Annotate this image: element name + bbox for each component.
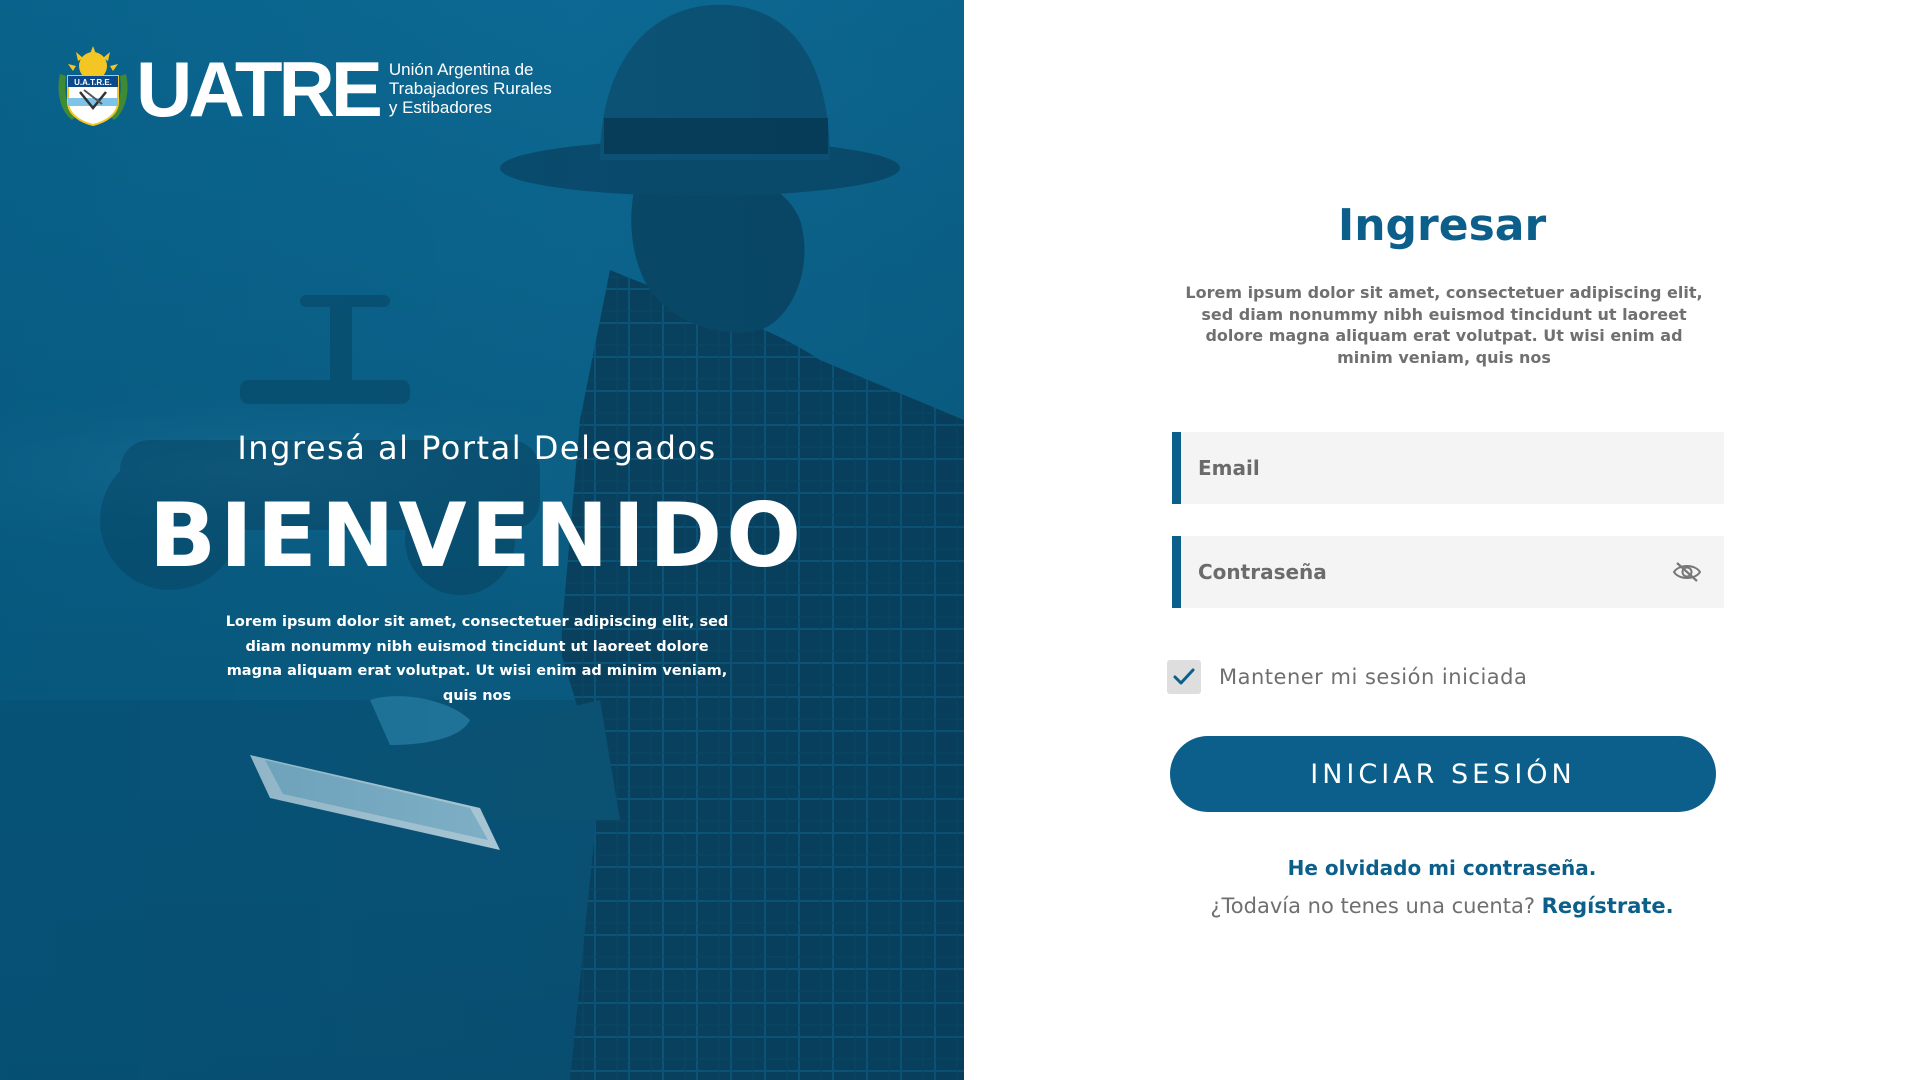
login-button[interactable]: INICIAR SESIÓN — [1170, 736, 1716, 812]
eye-off-icon[interactable] — [1670, 558, 1704, 586]
brand-subtitle-line: Trabajadores Rurales — [388, 78, 552, 98]
checkmark-icon — [1173, 668, 1195, 685]
hero-text-block: Ingresá al Portal Delegados BIENVENIDO L… — [0, 424, 954, 708]
hero-panel: U.A.T.R.E. UATRE Unión Argentina de Trab… — [0, 0, 964, 1080]
login-title: Ingresar — [1337, 200, 1547, 251]
hero-kicker: Ingresá al Portal Delegados — [237, 429, 717, 467]
svg-text:U.A.T.R.E.: U.A.T.R.E. — [74, 78, 112, 87]
brand-wordmark: UATRE — [136, 45, 383, 133]
remember-checkbox[interactable] — [1167, 660, 1201, 694]
remember-session-toggle[interactable]: Mantener mi sesión iniciada — [1167, 660, 1527, 694]
hero-title: BIENVENIDO — [148, 484, 806, 587]
login-panel: Ingresar Lorem ipsum dolor sit amet, con… — [964, 0, 1920, 1080]
uatre-seal-icon: U.A.T.R.E. — [58, 46, 128, 126]
brand-subtitle-line: y Estibadores — [388, 97, 492, 117]
password-input[interactable] — [1181, 536, 1670, 608]
login-page: U.A.T.R.E. UATRE Unión Argentina de Trab… — [0, 0, 1920, 1080]
password-field — [1172, 536, 1724, 608]
forgot-password-link[interactable]: He olvidado mi contraseña. — [964, 856, 1920, 880]
email-input[interactable] — [1181, 432, 1724, 504]
signup-row: ¿Todavía no tenes una cuenta? Regístrate… — [964, 894, 1920, 918]
signup-link[interactable]: Regístrate. — [1542, 894, 1674, 918]
brand-subtitle: Unión Argentina de Trabajadores Rurales … — [389, 60, 552, 117]
brand-logo[interactable]: U.A.T.R.E. UATRE Unión Argentina de Trab… — [56, 45, 552, 133]
email-field — [1172, 432, 1724, 504]
login-description: Lorem ipsum dolor sit amet, consectetuer… — [1185, 283, 1703, 367]
hero-description: Lorem ipsum dolor sit amet, consectetuer… — [225, 614, 729, 704]
brand-subtitle-line: Unión Argentina de — [388, 59, 534, 79]
signup-prompt: ¿Todavía no tenes una cuenta? — [1210, 894, 1535, 918]
remember-label: Mantener mi sesión iniciada — [1219, 665, 1528, 689]
